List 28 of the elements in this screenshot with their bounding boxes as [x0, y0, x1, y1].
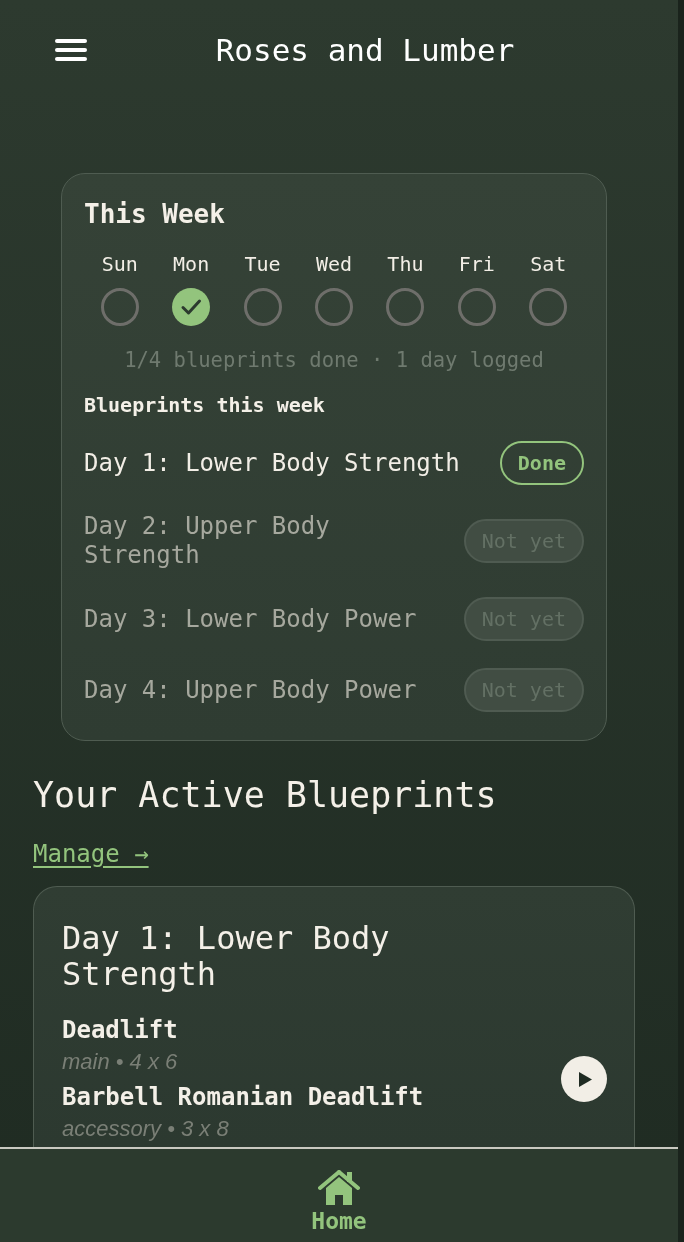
menu-icon[interactable]: [55, 38, 87, 62]
house-icon: [318, 1169, 360, 1207]
play-icon: [579, 1071, 592, 1087]
exercise-detail: main • 4 x 6: [62, 1048, 178, 1076]
exercise-name: Barbell Romanian Deadlift: [62, 1082, 424, 1112]
blueprint-name: Day 1: Lower Body Strength: [84, 448, 460, 478]
home-tab[interactable]: Home: [311, 1169, 367, 1235]
status-pill: Done: [499, 441, 584, 485]
exercise-detail: accessory • 3 x 8: [62, 1115, 229, 1143]
section-title: Your Active Blueprints: [33, 775, 497, 815]
day-label: Wed: [315, 252, 353, 276]
app-title: Roses and Lumber: [215, 31, 515, 70]
day-label: Mon: [173, 252, 210, 276]
play-button[interactable]: [561, 1056, 607, 1102]
blueprint-name: Day 2: Upper Body Strength: [84, 512, 331, 570]
day-label: Tue: [244, 252, 281, 276]
day-label: Sun: [101, 252, 138, 276]
progress-summary: 1/4 blueprints done · 1 day logged: [124, 348, 544, 372]
manage-link[interactable]: Manage →: [33, 839, 149, 869]
card-title: This Week: [84, 198, 226, 230]
blueprint-name: Day 3: Lower Body Power: [84, 604, 417, 634]
blueprint-name: Day 4: Upper Body Power: [84, 675, 417, 705]
blueprint-title: Day 1: Lower Body Strength: [62, 920, 391, 992]
day-label: Fri: [458, 252, 495, 276]
day-label: Thu: [387, 252, 424, 276]
exercise-name: Deadlift: [62, 1015, 178, 1045]
list-heading: Blueprints this week: [84, 393, 326, 417]
day-label: Sat: [530, 252, 567, 276]
